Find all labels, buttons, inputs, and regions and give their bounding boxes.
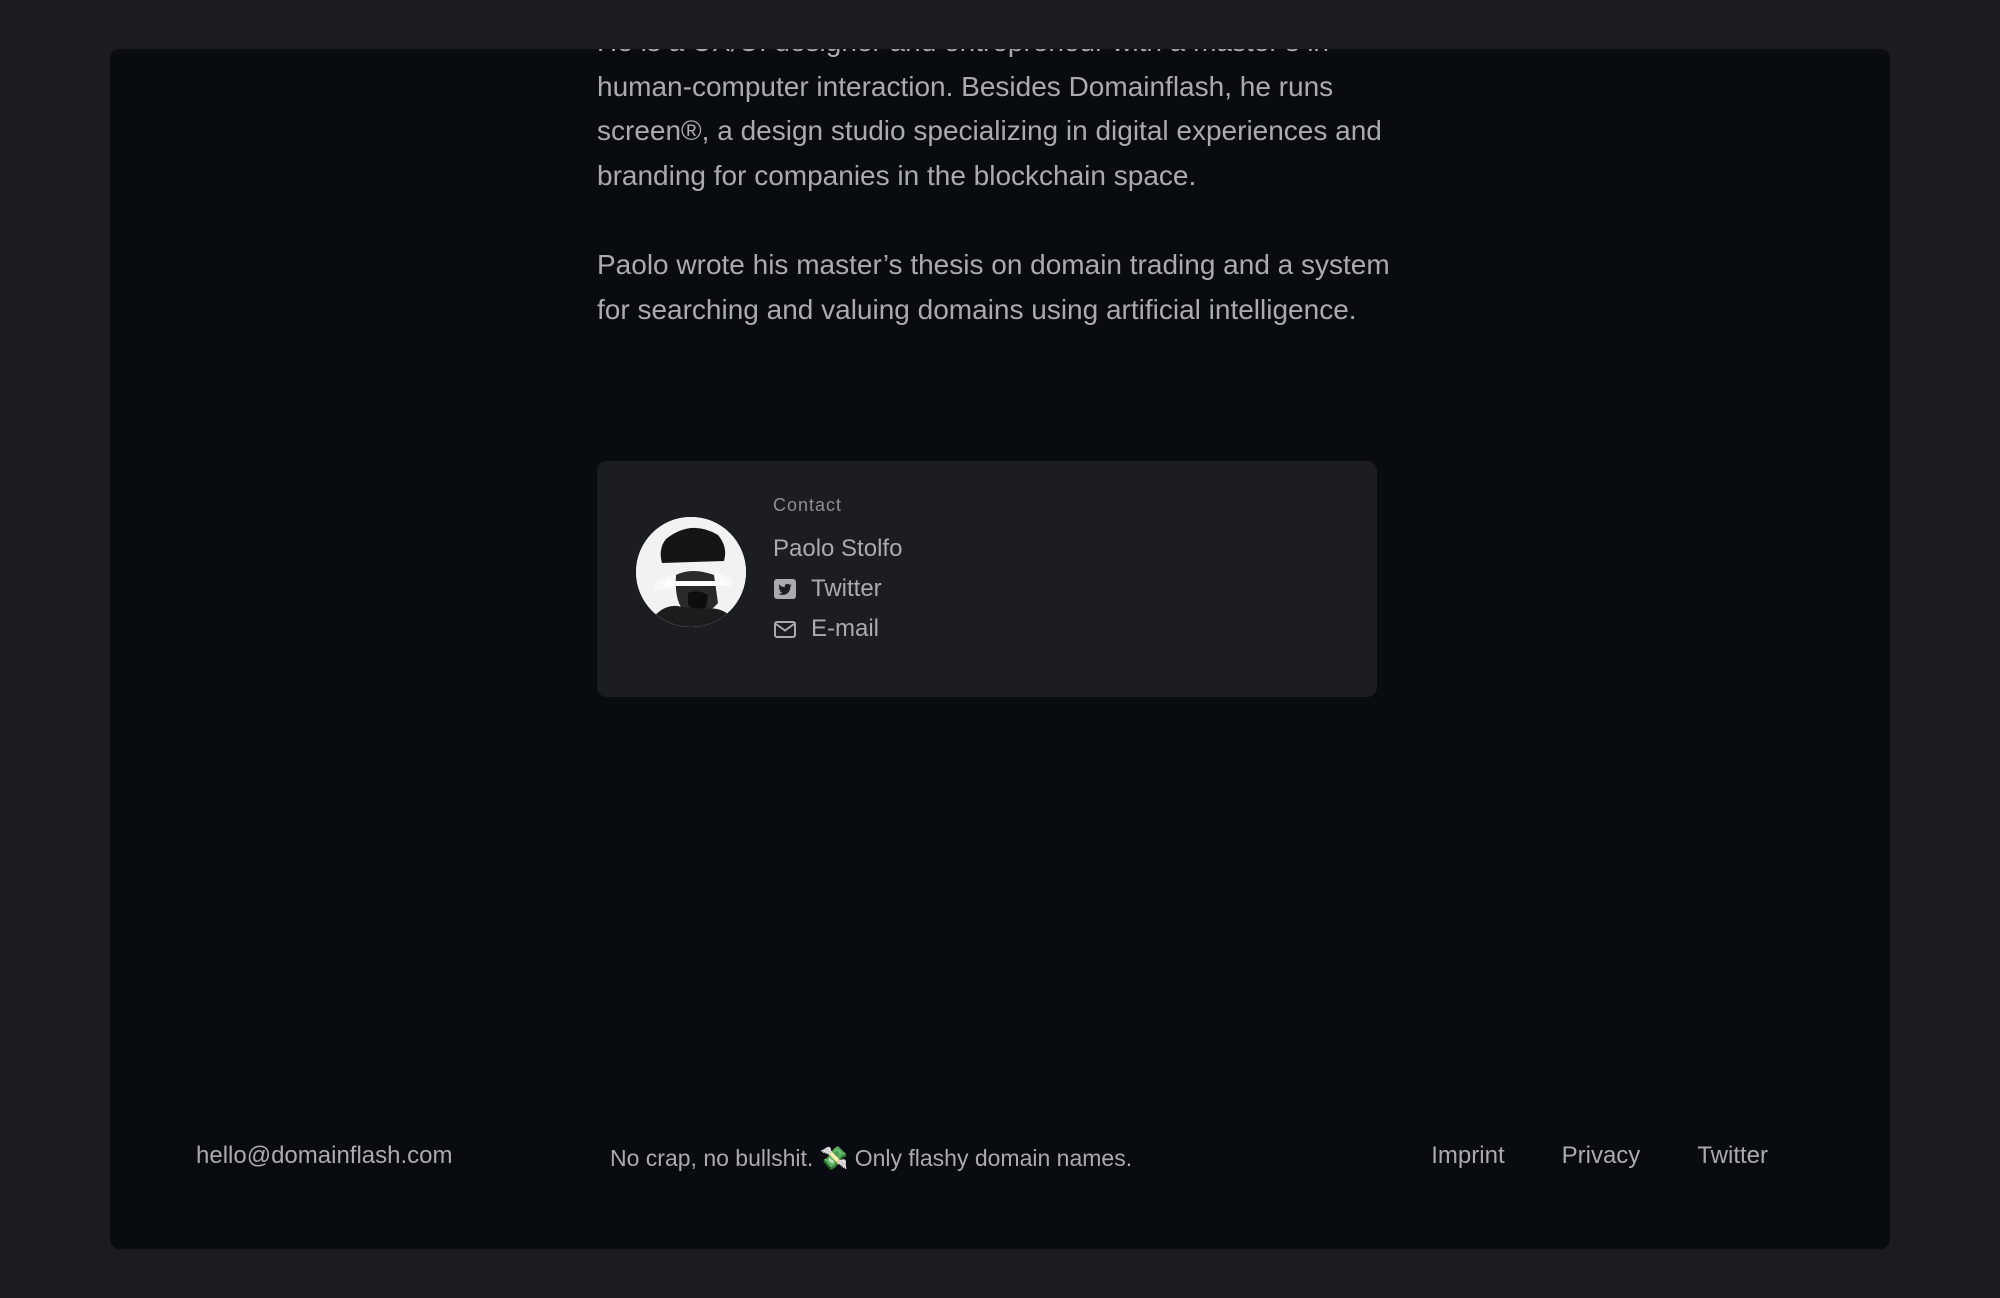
contact-card: Contact Paolo Stolfo Twitter E-mail	[597, 461, 1377, 697]
contact-name: Paolo Stolfo	[773, 535, 903, 562]
contact-label: Contact	[773, 495, 843, 515]
bio-paragraph: He is a UX/UI designer and entrepreneur …	[597, 49, 1382, 191]
main-panel: He is a UX/UI designer and entrepreneur …	[110, 49, 1890, 1249]
contact-email-label: E-mail	[811, 615, 880, 642]
footer-tagline: No crap, no bullshit. 💸 Only flashy doma…	[610, 1145, 1133, 1171]
mail-icon	[774, 621, 796, 638]
footer-twitter-link[interactable]: Twitter	[1697, 1142, 1768, 1170]
footer-privacy-link[interactable]: Privacy	[1562, 1142, 1641, 1170]
contact-email-link[interactable]: E-mail	[773, 615, 879, 643]
footer-nav: Imprint Privacy Twitter	[1431, 1142, 1768, 1170]
twitter-icon	[774, 579, 796, 599]
contact-twitter-link[interactable]: Twitter	[773, 575, 882, 603]
footer-imprint-link[interactable]: Imprint	[1431, 1142, 1504, 1170]
footer-email-link[interactable]: hello@domainflash.com	[196, 1142, 453, 1170]
contact-twitter-label: Twitter	[811, 575, 882, 602]
avatar-portrait	[636, 517, 746, 627]
bio-section: He is a UX/UI designer and entrepreneur …	[597, 49, 1397, 332]
avatar	[636, 517, 746, 627]
bio-paragraph: Paolo wrote his master’s thesis on domai…	[597, 249, 1390, 325]
